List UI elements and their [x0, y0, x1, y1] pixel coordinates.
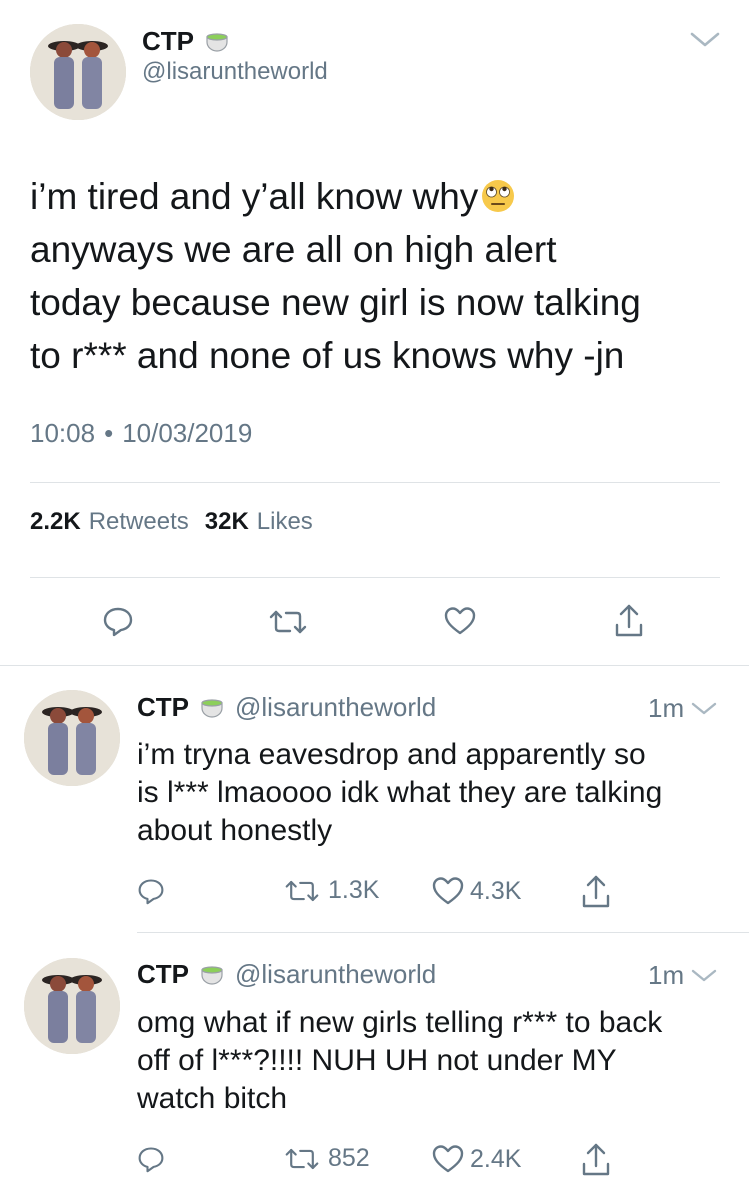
display-name[interactable]: CTP — [137, 692, 189, 723]
reply-age[interactable]: 1m — [648, 960, 684, 991]
like-count: 2.4K — [470, 1144, 522, 1173]
like-count[interactable]: 32K — [205, 508, 249, 536]
reply-header: CTP @lisaruntheworld — [137, 690, 436, 724]
chevron-down-icon[interactable] — [690, 968, 718, 984]
timestamp-separator: • — [104, 418, 114, 448]
tea-cup-emoji-icon — [199, 961, 225, 987]
tweet-time: 10:08 — [30, 418, 96, 448]
display-name[interactable]: CTP — [137, 959, 189, 990]
eye-roll-emoji-icon — [480, 178, 516, 214]
tea-cup-emoji-icon — [204, 28, 230, 54]
chevron-down-icon[interactable] — [688, 30, 722, 50]
divider — [30, 577, 720, 578]
reply-text: i’m tryna eavesdrop and apparently so is… — [137, 736, 662, 850]
timestamp[interactable]: 10:08 • 10/03/2019 — [30, 418, 252, 449]
reply-icon[interactable] — [137, 877, 165, 905]
avatar[interactable] — [24, 690, 120, 786]
retweet-action[interactable]: 1.3K — [284, 876, 379, 905]
reply-text-line: off of l***?!!!! NUH UH not under MY — [137, 1044, 617, 1077]
retweet-icon — [284, 1146, 320, 1172]
reply-text: omg what if new girls telling r*** to ba… — [137, 1004, 662, 1118]
heart-icon — [432, 876, 464, 906]
divider — [30, 482, 720, 483]
tweet-text-line: to r*** and none of us knows why -jn — [30, 335, 625, 376]
tweet-text-line: today because new girl is now talking — [30, 282, 641, 323]
share-icon[interactable] — [613, 603, 645, 639]
tweet-text: i’m tired and y’all know why anyways we … — [30, 170, 641, 382]
author-name-row: CTP — [142, 24, 230, 58]
like-count: 4.3K — [470, 876, 522, 905]
avatar[interactable] — [24, 958, 120, 1054]
retweet-label[interactable]: Retweets — [89, 508, 189, 536]
heart-icon[interactable] — [444, 606, 476, 636]
handle[interactable]: @lisaruntheworld — [235, 692, 436, 723]
display-name[interactable]: CTP — [142, 26, 194, 57]
like-action[interactable]: 2.4K — [432, 1144, 521, 1174]
reply-text-line: watch bitch — [137, 1082, 288, 1115]
tweet-text-line: i’m tired and y’all know why — [30, 170, 641, 223]
reply-icon[interactable] — [102, 605, 134, 637]
engagement-stats: 2.2K Retweets 32K Likes — [30, 508, 313, 536]
retweet-count: 1.3K — [328, 876, 380, 904]
tweet-date: 10/03/2019 — [122, 418, 253, 448]
reply-text-line: is l*** lmaoooo idk what they are talkin… — [137, 776, 663, 809]
handle[interactable]: @lisaruntheworld — [142, 58, 328, 86]
tweet-text-line: anyways we are all on high alert — [30, 229, 557, 270]
avatar[interactable] — [30, 24, 126, 120]
reply-text-line: about honestly — [137, 814, 333, 847]
like-action[interactable]: 4.3K — [432, 876, 521, 906]
retweet-icon — [284, 878, 320, 904]
share-icon[interactable] — [580, 1142, 612, 1178]
chevron-down-icon[interactable] — [690, 701, 718, 717]
like-label[interactable]: Likes — [257, 508, 313, 536]
heart-icon — [432, 1144, 464, 1174]
reply-header: CTP @lisaruntheworld — [137, 957, 436, 991]
section-divider — [0, 665, 749, 666]
divider — [137, 932, 749, 933]
reply-text-line: omg what if new girls telling r*** to ba… — [137, 1006, 663, 1039]
reply-age[interactable]: 1m — [648, 693, 684, 724]
retweet-icon[interactable] — [268, 608, 308, 636]
share-icon[interactable] — [580, 874, 612, 910]
retweet-count[interactable]: 2.2K — [30, 508, 81, 536]
handle[interactable]: @lisaruntheworld — [235, 959, 436, 990]
reply-icon[interactable] — [137, 1145, 165, 1173]
tea-cup-emoji-icon — [199, 694, 225, 720]
reply-text-line: i’m tryna eavesdrop and apparently so — [137, 738, 646, 771]
retweet-count: 852 — [328, 1144, 370, 1172]
retweet-action[interactable]: 852 — [284, 1144, 370, 1173]
